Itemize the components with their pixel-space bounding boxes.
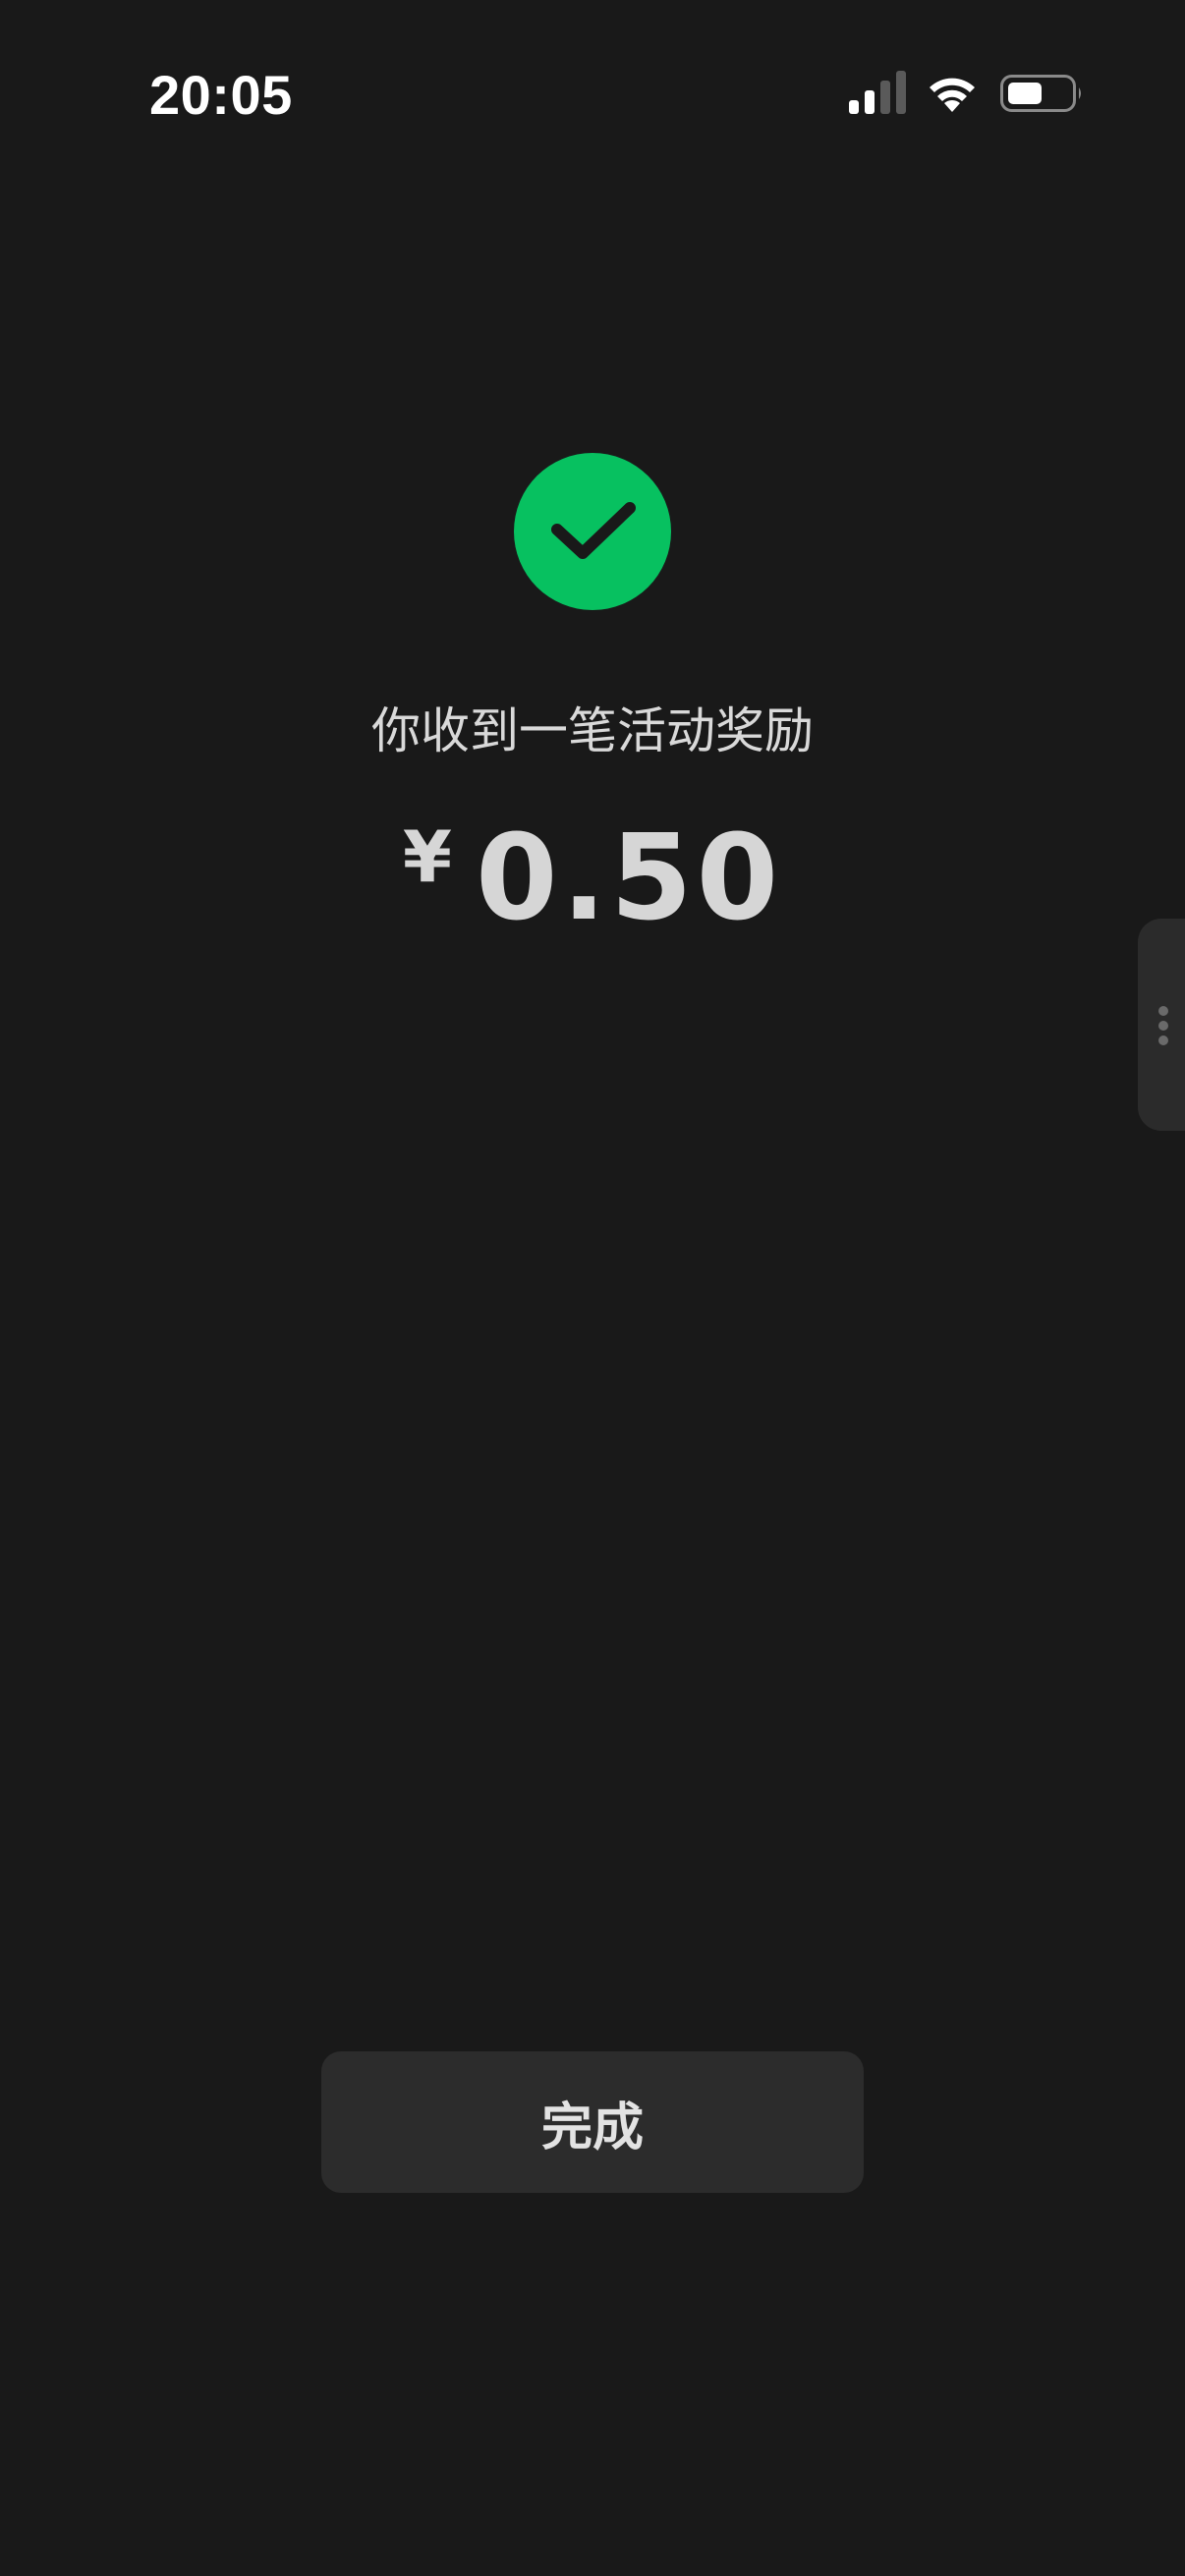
wifi-icon bbox=[930, 78, 975, 112]
done-button[interactable]: 完成 bbox=[321, 2051, 864, 2193]
side-floating-handle[interactable] bbox=[1138, 919, 1185, 1131]
currency-symbol: ¥ bbox=[402, 815, 453, 898]
status-time: 20:05 bbox=[149, 64, 293, 126]
amount-value: 0.50 bbox=[476, 811, 783, 947]
battery-icon bbox=[1000, 75, 1081, 112]
cellular-signal-icon bbox=[849, 71, 906, 114]
reward-amount: ¥0.50 bbox=[0, 806, 1185, 953]
check-circle-icon bbox=[514, 453, 671, 610]
reward-message: 你收到一笔活动奖励 bbox=[371, 702, 814, 759]
